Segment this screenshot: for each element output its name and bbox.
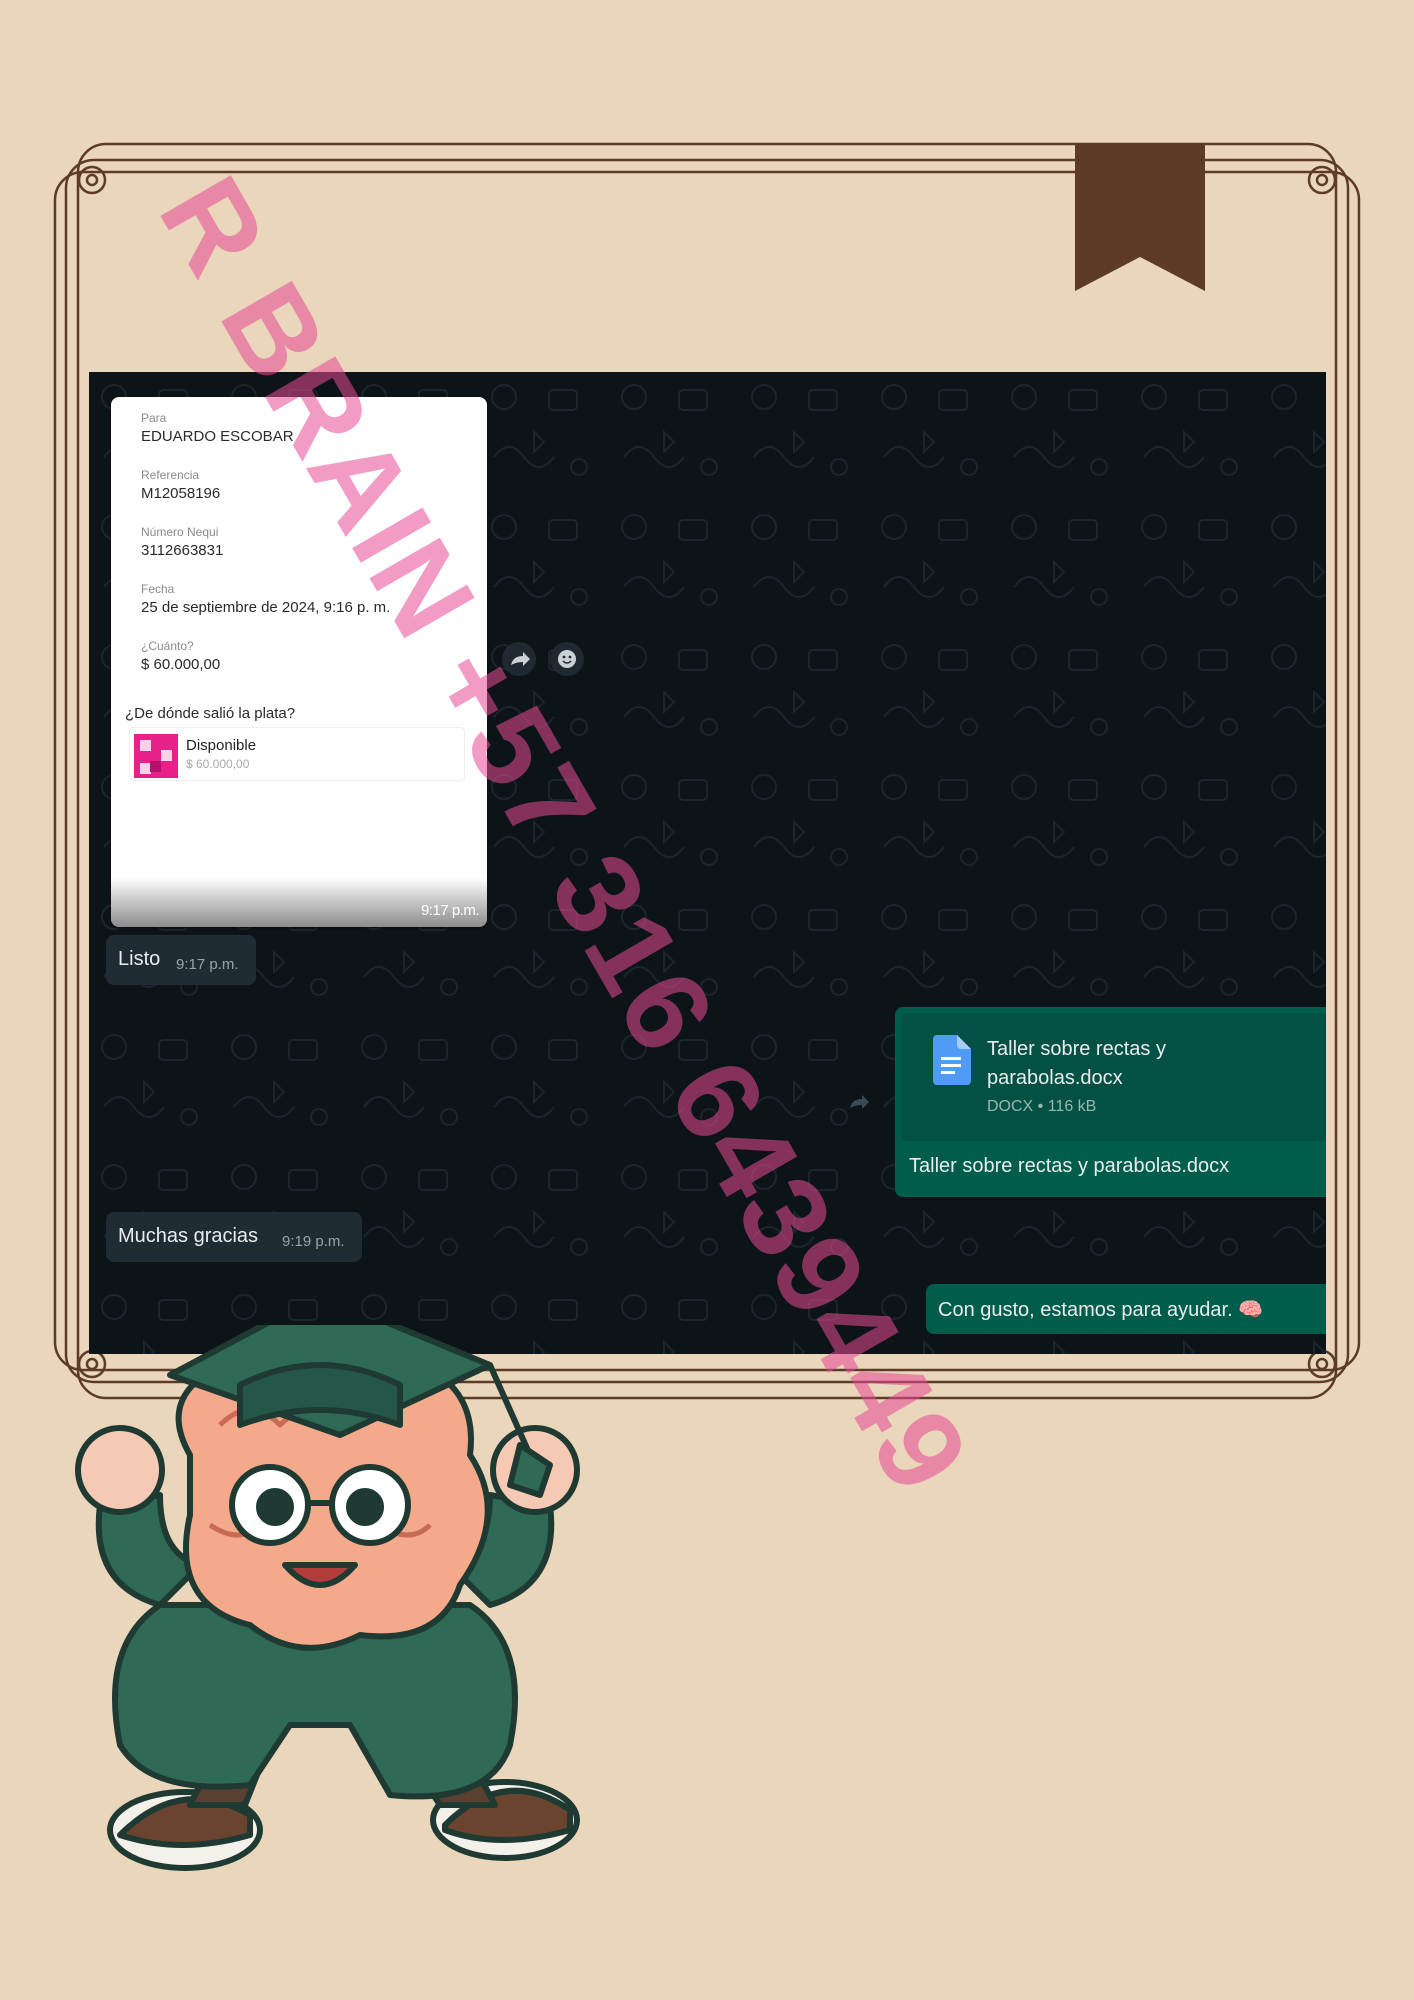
- google-docs-icon: [933, 1035, 971, 1085]
- nequi-logo-icon: [134, 734, 178, 778]
- forward-arrow-icon: [850, 1095, 869, 1109]
- receipt-field-value: M12058196: [141, 485, 221, 502]
- message-bubble-outgoing-document[interactable]: Taller sobre rectas y parabolas.docx DOC…: [895, 1007, 1326, 1197]
- receipt-field-account-number: Número Nequi 3112663831: [141, 525, 223, 561]
- document-file-name: Taller sobre rectas y parabolas.docx: [987, 1038, 1166, 1089]
- emoji-smile-icon: [558, 650, 576, 668]
- message-text: Con gusto, estamos para ayudar. 🧠: [938, 1299, 1264, 1321]
- forward-button[interactable]: [841, 1085, 875, 1119]
- message-time: 9:19 p.m.: [282, 1233, 345, 1250]
- receipt-field-label: ¿Cuánto?: [141, 639, 194, 653]
- message-caption: Taller sobre rectas y parabolas.docx: [909, 1155, 1230, 1177]
- receipt-source-name: Disponible: [186, 737, 257, 754]
- react-button[interactable]: [550, 642, 584, 676]
- document-file-meta: DOCX • 116 kB: [987, 1098, 1097, 1115]
- receipt-source-amount: $ 60.000,00: [186, 757, 250, 771]
- message-time: 9:17 p.m.: [176, 956, 239, 973]
- receipt-field-label: Referencia: [141, 468, 200, 482]
- message-bubble-incoming[interactable]: Muchas gracias 9:19 p.m.: [106, 1212, 362, 1262]
- receipt-source-card: Disponible $ 60.000,00: [129, 727, 465, 781]
- receipt-field-value: $ 60.000,00: [141, 656, 221, 673]
- graduate-brain-mascot: [75, 1325, 580, 1871]
- receipt-field-reference: Referencia M12058196: [141, 468, 220, 504]
- receipt-field-label: Número Nequi: [141, 525, 219, 539]
- message-time: 9:17 p.m.: [420, 902, 480, 919]
- document-attachment[interactable]: Taller sobre rectas y parabolas.docx DOC…: [901, 1013, 1326, 1141]
- message-bubble-incoming[interactable]: Listo 9:17 p.m.: [106, 935, 256, 985]
- receipt-field-amount: ¿Cuánto? $ 60.000,00: [141, 639, 220, 675]
- message-bubble-outgoing[interactable]: Con gusto, estamos para ayudar. 🧠 9:: [926, 1284, 1326, 1334]
- receipt-field-value: 3112663831: [141, 542, 224, 559]
- receipt-source-question: ¿De dónde salió la plata?: [125, 705, 296, 722]
- message-text: Muchas gracias: [118, 1225, 259, 1247]
- message-text: Listo: [118, 948, 161, 970]
